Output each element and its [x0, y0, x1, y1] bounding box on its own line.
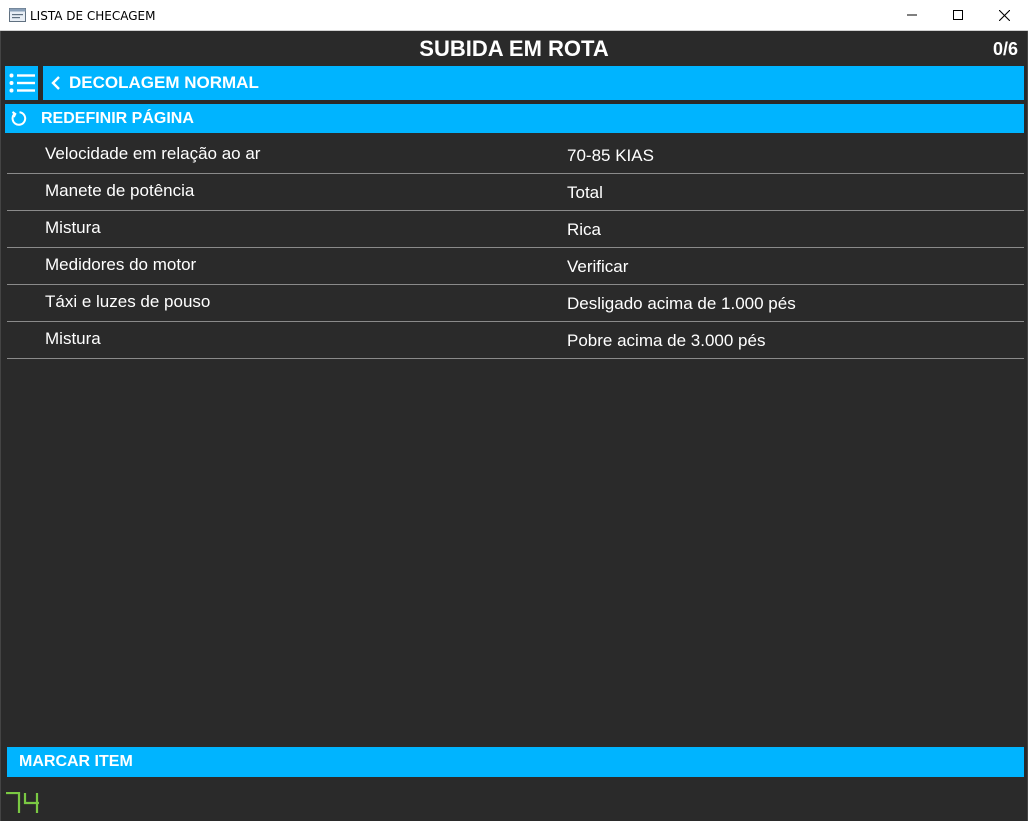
fps-value: 74 [5, 792, 6, 793]
close-button[interactable] [981, 0, 1027, 30]
list-menu-icon [9, 73, 35, 93]
page-title: SUBIDA EM ROTA [419, 36, 609, 61]
checklist-item-label: Táxi e luzes de pouso [45, 292, 211, 311]
checklist-row[interactable]: Medidores do motor Verificar [7, 248, 1024, 285]
window-title: LISTA DE CHECAGEM [30, 9, 156, 23]
app-window-icon [9, 8, 26, 22]
checklist-row[interactable]: Mistura Rica [7, 211, 1024, 248]
checklist-item-value: Total [567, 183, 603, 202]
checklist-item-value: Verificar [567, 257, 629, 276]
refresh-icon [11, 111, 27, 126]
checklist-item-value: Pobre acima de 3.000 pés [567, 331, 766, 350]
checklist-item-label: Mistura [45, 329, 101, 348]
maximize-icon [953, 10, 963, 20]
checklist-item-value: Rica [567, 220, 602, 239]
checklist-item-value: Desligado acima de 1.000 pés [567, 294, 796, 313]
checklist-item-label: Medidores do motor [45, 255, 197, 274]
checklist-item-label: Mistura [45, 218, 101, 237]
mark-item-label: MARCAR ITEM [19, 753, 133, 770]
checklist-row[interactable]: Manete de potência Total [7, 174, 1024, 211]
checklist-item-value: 70-85 KIAS [567, 146, 654, 165]
window-titlebar: LISTA DE CHECAGEM [0, 0, 1028, 31]
mark-item-button[interactable]: MARCAR ITEM [7, 747, 1024, 777]
checklist: Velocidade em relação ao ar 70-85 KIAS M… [7, 137, 1024, 359]
fps-digits [6, 791, 39, 813]
reset-page-label: REDEFINIR PÁGINA [41, 110, 194, 127]
checklist-row[interactable]: Táxi e luzes de pouso Desligado acima de… [7, 285, 1024, 322]
fps-counter: 74 [5, 791, 41, 819]
checklist-item-label: Velocidade em relação ao ar [45, 144, 261, 163]
back-button-label: DECOLAGEM NORMAL [69, 73, 259, 92]
minimize-icon [907, 14, 917, 16]
minimize-button[interactable] [889, 0, 935, 30]
chevron-left-icon [51, 76, 60, 90]
checklist-row[interactable]: Velocidade em relação ao ar 70-85 KIAS [7, 137, 1024, 174]
menu-button[interactable] [5, 66, 38, 100]
window-border-left [0, 31, 1, 821]
back-button[interactable]: DECOLAGEM NORMAL [43, 66, 1024, 100]
progress-counter: 0/6 [992, 39, 1018, 59]
maximize-button[interactable] [935, 0, 981, 30]
checklist-item-label: Manete de potência [45, 181, 195, 200]
close-icon [998, 9, 1010, 21]
reset-page-button[interactable]: REDEFINIR PÁGINA [5, 104, 1024, 133]
checklist-row[interactable]: Mistura Pobre acima de 3.000 pés [7, 322, 1024, 359]
